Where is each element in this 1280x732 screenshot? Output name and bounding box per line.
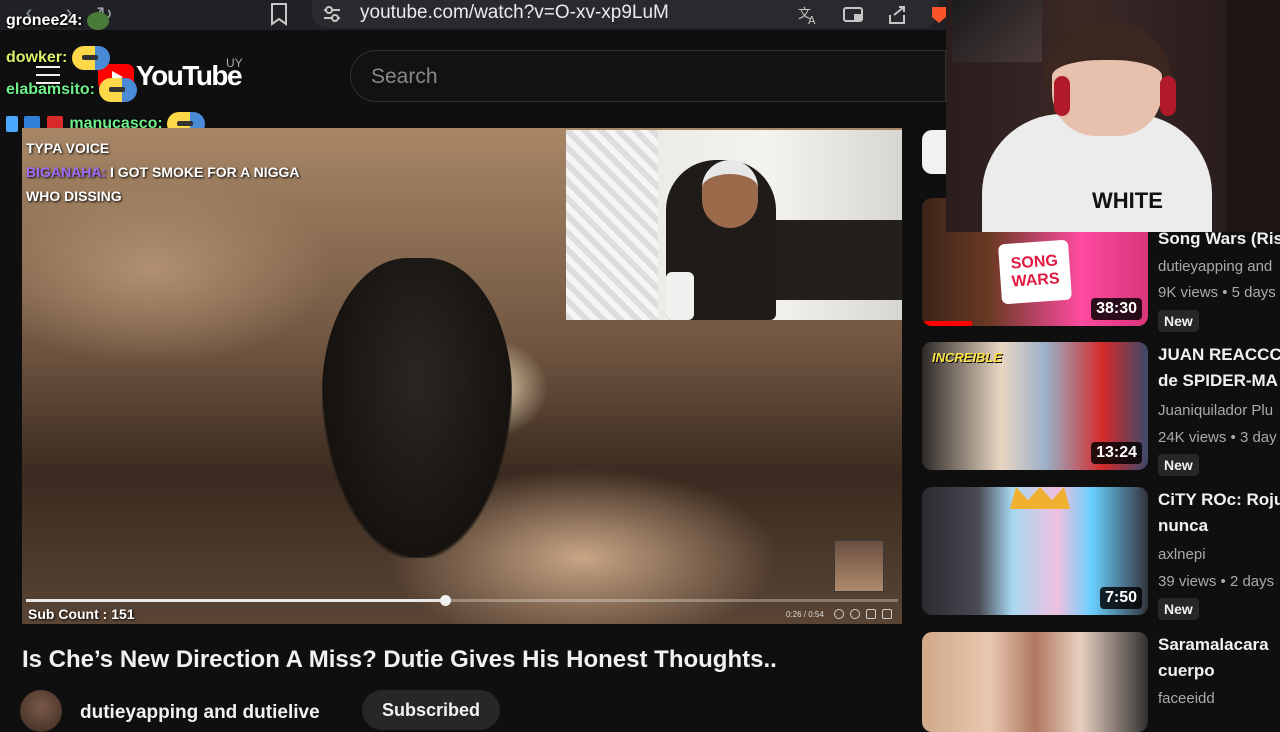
cup (666, 272, 694, 320)
chat-message: gronee24: (6, 12, 111, 30)
brave-shield-icon[interactable] (932, 3, 946, 27)
video-title: Is Che’s New Direction A Miss? Dutie Giv… (22, 646, 777, 673)
country-code: UY (226, 56, 243, 70)
minion-emote-icon (99, 78, 138, 102)
sub-count-overlay: Sub Count : 151 (28, 606, 135, 622)
chat-username: dowker: (6, 49, 68, 67)
stream-caption: TYPA VOICE BIGANAHA: I GOT SMOKE FOR A N… (26, 136, 300, 208)
subscribe-button[interactable]: Subscribed (362, 690, 500, 730)
video-duration: 13:24 (1091, 442, 1142, 464)
rec-channel[interactable]: dutieyapping and (1158, 258, 1272, 275)
search-input[interactable] (371, 63, 931, 91)
chat-username: gronee24: (6, 12, 83, 30)
miniplayer-icon[interactable] (866, 609, 876, 619)
rec-thumbnail[interactable]: 7:50 (922, 487, 1148, 615)
crown-icon (1010, 487, 1070, 509)
song-wars-logo: SONG WARS (997, 239, 1073, 305)
chat-username: elabamsito: (6, 81, 95, 99)
headphone-icon (1160, 76, 1176, 116)
pepe-emote-icon (86, 12, 109, 30)
share-icon[interactable] (886, 3, 910, 27)
video-player[interactable]: TYPA VOICE BIGANAHA: I GOT SMOKE FOR A N… (22, 128, 902, 624)
sword-badge-icon (6, 116, 18, 132)
caption-line: WHO DISSING (26, 188, 122, 204)
new-badge: New (1158, 598, 1199, 620)
rec-title-line[interactable]: cuerpo (1158, 658, 1269, 684)
site-settings-icon[interactable] (322, 4, 342, 24)
wall-poster (952, 0, 1042, 62)
new-badge: New (1158, 454, 1199, 476)
settings-gear-icon[interactable] (850, 609, 860, 619)
rec-meta: 24K views • 3 day (1158, 429, 1277, 446)
rec-channel[interactable]: faceeidd (1158, 690, 1215, 707)
url-text[interactable]: youtube.com/watch?v=O-xv-xp9LuM (360, 2, 669, 24)
rec-title[interactable]: JUAN REACCC de SPIDER-MA (1158, 342, 1280, 394)
progress-bar[interactable] (26, 595, 898, 606)
reactor-head (702, 160, 758, 228)
shirt-text: WHITE (1092, 188, 1163, 213)
thumb-text: SONG WARS (1010, 252, 1061, 291)
search-box[interactable] (350, 50, 946, 102)
player-time: 0:26 / 0:54 (786, 610, 824, 619)
rec-meta: 39 views • 2 days (1158, 573, 1275, 590)
shelf (1226, 0, 1280, 232)
reactor-webcam-inset (566, 130, 902, 320)
caption-user: BIGANAHA: (26, 164, 107, 180)
bookmark-icon[interactable] (268, 2, 290, 26)
chat-message: elabamsito: (6, 78, 138, 102)
streamer-webcam: WHITE (946, 0, 1280, 232)
video-subject (322, 258, 512, 558)
rec-thumbnail[interactable]: INCREIBLE 13:24 (922, 342, 1148, 470)
headphone-icon (1054, 76, 1070, 116)
new-badge: New (1158, 310, 1199, 332)
chat-message: dowker: (6, 46, 110, 70)
video-duration: 38:30 (1091, 298, 1142, 320)
cast-icon[interactable] (842, 3, 866, 27)
watch-progress (922, 321, 972, 326)
caption-text: I GOT SMOKE FOR A NIGGA (110, 164, 300, 180)
channel-name[interactable]: dutieyapping and dutielive (80, 702, 320, 724)
rec-thumbnail[interactable] (922, 632, 1148, 732)
rec-title-line[interactable]: Saramalacara (1158, 632, 1269, 658)
volume-icon[interactable] (834, 609, 844, 619)
rec-title-line[interactable]: CiTY ROc: Roju (1158, 487, 1280, 513)
translate-icon[interactable]: 文A (796, 3, 820, 27)
rec-channel[interactable]: axlnepi (1158, 546, 1206, 563)
rec-channel[interactable]: Juaniquilador Plu (1158, 402, 1273, 419)
thumb-text: INCREIBLE (932, 350, 1003, 365)
caption-line: BIGANAHA: I GOT SMOKE FOR A NIGGA (26, 160, 300, 184)
caption-line: TYPA VOICE (26, 140, 110, 156)
room-divider (566, 130, 658, 320)
progress-fill (26, 599, 445, 602)
couch (776, 220, 902, 300)
rec-meta: 9K views • 5 days (1158, 284, 1276, 301)
channel-avatar[interactable] (20, 690, 62, 732)
rec-title-line[interactable]: nunca (1158, 513, 1280, 539)
rec-title[interactable]: CiTY ROc: Roju nunca (1158, 487, 1280, 539)
rec-title-line[interactable]: de SPIDER-MA (1158, 368, 1280, 394)
corner-avatar (834, 540, 884, 592)
minion-emote-icon (71, 46, 110, 70)
svg-text:A: A (808, 14, 816, 27)
rec-title[interactable]: Saramalacara cuerpo (1158, 632, 1269, 684)
video-duration: 7:50 (1099, 587, 1142, 609)
rec-title-line[interactable]: JUAN REACCC (1158, 342, 1280, 368)
progress-scrubber[interactable] (439, 595, 451, 606)
fullscreen-icon[interactable] (882, 609, 892, 619)
